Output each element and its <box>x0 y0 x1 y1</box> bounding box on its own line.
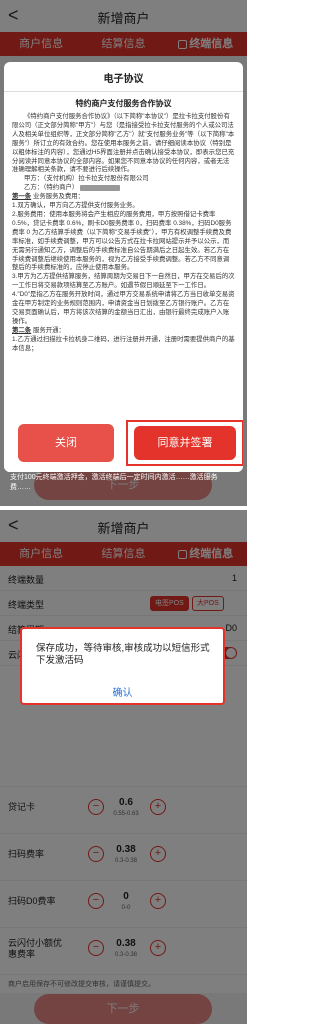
clause-2-1: 1.乙方通过扫描拉卡拉机身二维码，进行注册并开通，注册时需要提供商户的基本信息； <box>12 335 235 352</box>
agreement-paragraph: 《特约商户支付服务合作协议》（以下简称"本协议"）是拉卡拉支付股份有限公司（正文… <box>12 113 235 174</box>
party-a: 甲方：（支付机构）拉卡拉支付股份有限公司 <box>24 175 149 183</box>
section-1-title: 业务服务及费用： <box>31 193 85 201</box>
section-2-title: 服务开通： <box>31 326 65 334</box>
party-b-label: 乙方：（特约商户） <box>24 184 79 192</box>
save-success-dialog: 保存成功，等待审核,审核成功以短信形式下发激活码 确认 <box>20 627 225 705</box>
clause-3: 3.甲方为乙方提供结算服务，结算周期为交易日下一自然日，甲方在交易后的次一工作日… <box>12 273 235 290</box>
section-2-heading: 第二条 服务开通： <box>12 327 235 336</box>
agreement-screen: < 新增商户 商户信息 结算信息 终端信息 下一步 电子协议 特约商户支付服务合… <box>0 0 247 506</box>
divider <box>4 91 243 92</box>
modal-title: 电子协议 <box>103 74 144 85</box>
clause-2: 2.服务费用：使用本服务将会产生相应的服务费用，甲方按照借记卡费率 0.5%，贷… <box>12 210 232 272</box>
agreement-modal: 电子协议 特约商户支付服务合作协议 《特约商户支付服务合作协议》（以下简称"本协… <box>4 62 243 472</box>
confirm-button[interactable]: 确认 <box>22 684 223 699</box>
clause-4: 4."D0"是指乙方在服务开放时间，通过甲方交易系统申请将乙方当日收单交易资金在… <box>12 291 235 325</box>
agreement-overflow-text: 支付100元终端激活押金，激活终端后一定时间内激活……激活服务费…… <box>10 474 218 491</box>
agreement-subtitle: 特约商户支付服务合作协议 <box>75 99 172 108</box>
section-1-number: 第一条 <box>12 193 32 201</box>
agree-sign-button[interactable]: 同意并签署 <box>134 426 236 460</box>
terminal-info-screen: < 新增商户 商户信息 结算信息 终端信息 终端数量 1 终端类型 电签POS … <box>0 510 247 1024</box>
agreement-body[interactable]: 《特约商户支付服务合作协议》（以下简称"本协议"）是拉卡拉支付股份有限公司（正文… <box>4 109 243 353</box>
dialog-message: 保存成功，等待审核,审核成功以短信形式下发激活码 <box>36 643 210 666</box>
party-b: 乙方：（特约商户） <box>12 184 235 193</box>
close-button[interactable]: 关闭 <box>18 424 114 462</box>
section-2-number: 第二条 <box>12 326 32 334</box>
redacted-name <box>80 184 121 191</box>
clause-1: 1.双方确认，甲方向乙方提供支付服务业务。 <box>12 202 139 210</box>
modal-overlay <box>0 510 247 1024</box>
modal-button-row: 关闭 同意并签署 <box>4 414 243 472</box>
agree-highlight: 同意并签署 <box>126 420 243 466</box>
section-1-heading: 第一条 业务服务及费用： <box>12 193 235 202</box>
